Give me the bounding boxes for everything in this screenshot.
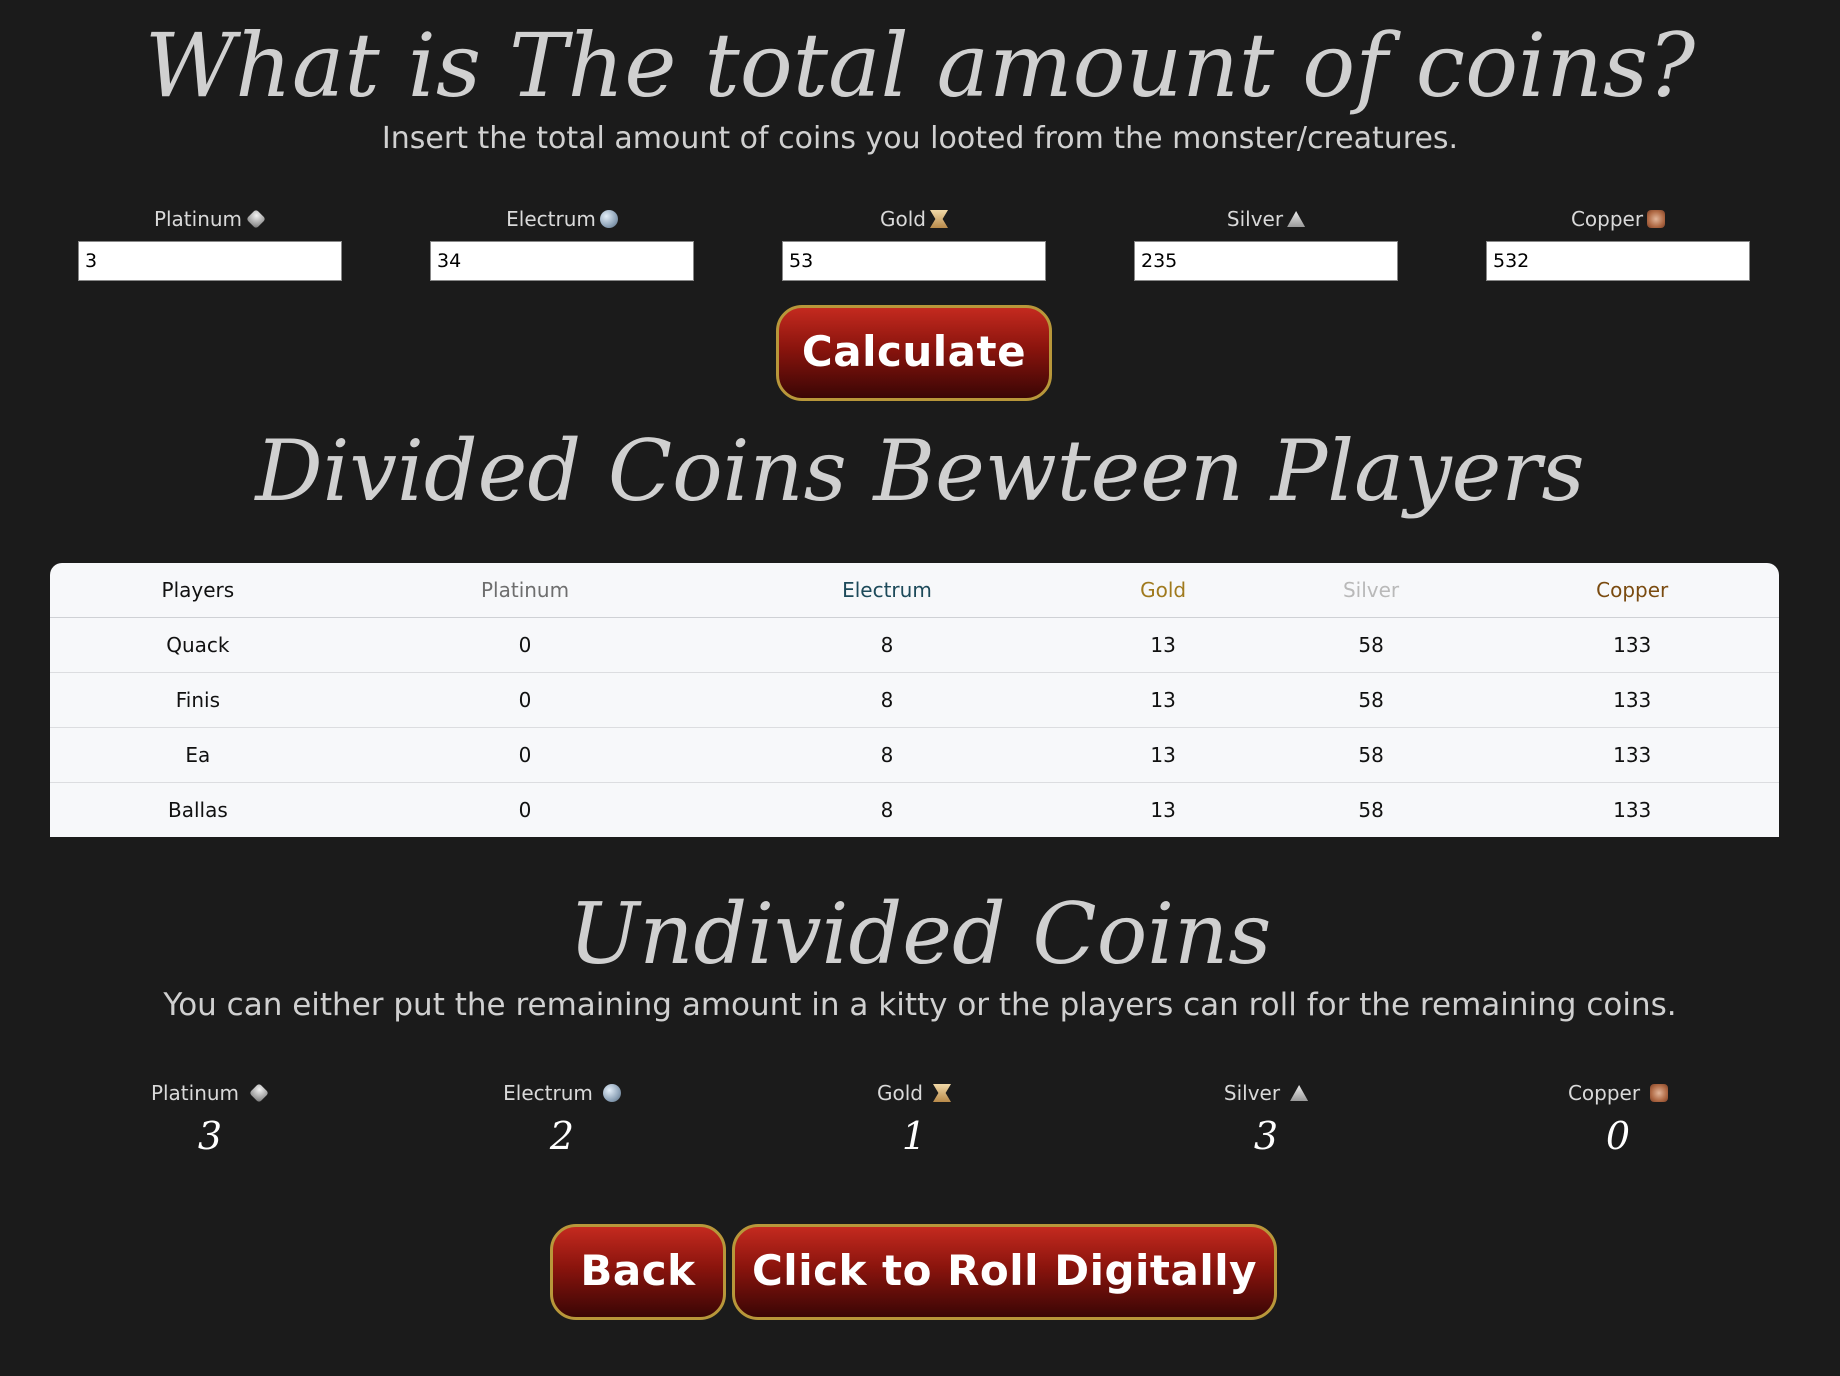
header-electrum: Electrum xyxy=(704,563,1070,618)
page-title: What is The total amount of coins? xyxy=(144,14,1696,117)
platinum-cell: 0 xyxy=(345,727,705,783)
undivided-platinum-value: 3 xyxy=(197,1114,223,1158)
undivided-platinum-label: Platinum xyxy=(150,1081,240,1105)
back-button[interactable]: Back xyxy=(550,1224,726,1320)
electrum-cell: 8 xyxy=(704,672,1070,728)
silver-cell: 58 xyxy=(1358,798,1384,822)
undivided-silver-label: Silver xyxy=(1223,1081,1281,1105)
silver-coin-icon xyxy=(1287,211,1306,227)
electrum-field-group: Electrum xyxy=(430,205,694,281)
table-row: Finis 0 8 13 58 133 xyxy=(50,672,1779,728)
silver-label: Silver xyxy=(1226,207,1284,231)
undivided-copper-label: Copper xyxy=(1567,1081,1641,1105)
platinum-field-group: Platinum xyxy=(78,205,342,281)
copper-cell: 133 xyxy=(1485,727,1779,783)
electrum-input[interactable] xyxy=(430,241,694,281)
electrum-coin-icon xyxy=(602,1084,621,1102)
calculate-button[interactable]: Calculate xyxy=(776,305,1052,401)
gold-field-group: Gold xyxy=(782,205,1046,281)
divided-section-title: Divided Coins Bewteen Players xyxy=(255,422,1585,520)
undivided-electrum-value: 2 xyxy=(549,1114,575,1158)
platinum-cell: 0 xyxy=(345,617,705,673)
gold-input[interactable] xyxy=(782,241,1046,281)
divided-coins-table: Players Platinum Electrum Gold Silver Co… xyxy=(50,563,1779,837)
platinum-cell: 0 xyxy=(518,798,532,822)
undivided-gold-label: Gold xyxy=(877,1081,923,1105)
copper-coin-icon xyxy=(1650,1084,1669,1102)
platinum-cell: 0 xyxy=(345,672,705,728)
electrum-cell: 8 xyxy=(704,727,1070,783)
platinum-coin-icon xyxy=(246,209,266,229)
gold-cell: 13 xyxy=(1150,798,1176,822)
gold-cell: 13 xyxy=(1069,727,1257,783)
header-copper: Copper xyxy=(1485,563,1779,618)
undivided-copper-value: 0 xyxy=(1605,1114,1631,1158)
undivided-electrum-label: Electrum xyxy=(503,1081,593,1105)
copper-field-group: Copper xyxy=(1486,205,1750,281)
platinum-coin-icon xyxy=(249,1083,269,1103)
platinum-input[interactable] xyxy=(78,241,342,281)
header-silver: Silver xyxy=(1256,563,1486,618)
undivided-platinum: Platinum 3 xyxy=(78,1078,342,1158)
silver-input[interactable] xyxy=(1134,241,1398,281)
player-name: Ballas xyxy=(167,798,228,822)
table-row: Ballas 0 8 13 58 133 xyxy=(50,783,1779,838)
player-name: Quack xyxy=(50,617,346,673)
undivided-gold-value: 1 xyxy=(901,1114,927,1158)
silver-field-group: Silver xyxy=(1134,205,1398,281)
table-row: Quack 0 8 13 58 133 xyxy=(50,617,1779,673)
electrum-coin-icon xyxy=(599,210,618,228)
gold-coin-icon xyxy=(933,1084,951,1102)
silver-coin-icon xyxy=(1290,1085,1309,1101)
platinum-label: Platinum xyxy=(153,207,243,231)
undivided-silver-value: 3 xyxy=(1253,1114,1279,1158)
copper-cell: 133 xyxy=(1613,798,1652,822)
copper-cell: 133 xyxy=(1485,672,1779,728)
total-instructions: Insert the total amount of coins you loo… xyxy=(381,121,1459,156)
electrum-cell: 8 xyxy=(880,798,894,822)
header-players: Players xyxy=(50,563,346,618)
gold-cell: 13 xyxy=(1069,672,1257,728)
table-header-row: Players Platinum Electrum Gold Silver Co… xyxy=(50,563,1779,618)
header-gold: Gold xyxy=(1069,563,1257,618)
electrum-label: Electrum xyxy=(506,207,596,231)
undivided-electrum: Electrum 2 xyxy=(430,1078,694,1158)
copper-coin-icon xyxy=(1647,210,1666,228)
undivided-silver: Silver 3 xyxy=(1134,1078,1398,1158)
gold-coin-icon xyxy=(930,210,948,228)
undivided-gold: Gold 1 xyxy=(782,1078,1046,1158)
player-name: Ea xyxy=(50,727,346,783)
table-row: Ea 0 8 13 58 133 xyxy=(50,727,1779,783)
silver-cell: 58 xyxy=(1256,727,1486,783)
undivided-copper: Copper 0 xyxy=(1486,1078,1750,1158)
copper-cell: 133 xyxy=(1485,617,1779,673)
electrum-cell: 8 xyxy=(704,617,1070,673)
gold-cell: 13 xyxy=(1069,617,1257,673)
undivided-instructions: You can either put the remaining amount … xyxy=(163,987,1677,1023)
header-platinum: Platinum xyxy=(345,563,705,618)
silver-cell: 58 xyxy=(1256,617,1486,673)
silver-cell: 58 xyxy=(1256,672,1486,728)
copper-input[interactable] xyxy=(1486,241,1750,281)
roll-digitally-button[interactable]: Click to Roll Digitally xyxy=(732,1224,1277,1320)
undivided-section-title: Undivided Coins xyxy=(568,885,1272,983)
player-name: Finis xyxy=(50,672,346,728)
copper-label: Copper xyxy=(1570,207,1644,231)
gold-label: Gold xyxy=(880,207,926,231)
